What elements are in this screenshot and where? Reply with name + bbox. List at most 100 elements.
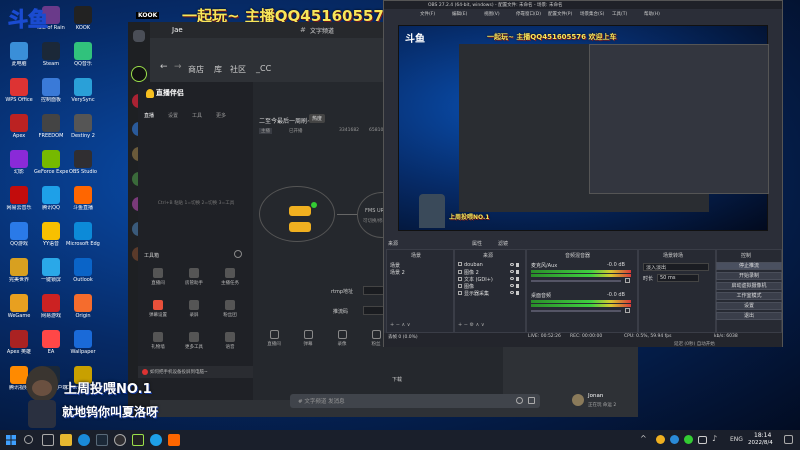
forward-arrow-icon[interactable]: → <box>174 62 182 72</box>
edge-icon[interactable] <box>78 434 90 446</box>
volume-icon[interactable]: ♪ <box>712 434 724 446</box>
obs-panel-label[interactable]: 来源 <box>388 240 398 247</box>
desktop-icon[interactable]: Destiny 2 <box>66 114 100 139</box>
duration-input[interactable]: 50 ms <box>657 274 699 282</box>
side-tool[interactable]: 更多工具 <box>174 332 214 350</box>
side-tool[interactable]: 主播任务 <box>210 268 250 286</box>
nav-community[interactable]: 社区 <box>230 64 246 75</box>
emoji-icon[interactable] <box>516 397 523 404</box>
obs-menu-item[interactable]: 编辑(E) <box>452 11 467 17</box>
side-tool[interactable]: 直播间 <box>138 268 178 286</box>
clock-time[interactable]: 18:14 <box>754 432 771 439</box>
toolbar-item[interactable]: 直播间 <box>259 330 289 347</box>
source-item[interactable]: 显示器采集 <box>458 290 522 297</box>
side-tool[interactable]: 录屏 <box>174 300 214 318</box>
back-arrow-icon[interactable]: ← <box>160 62 168 72</box>
task-view-icon[interactable] <box>42 434 54 446</box>
obs-taskbar-icon[interactable] <box>114 434 126 446</box>
streamer-tab[interactable]: 设置 <box>168 112 178 119</box>
obs-menu-item[interactable]: 文件(F) <box>420 11 435 17</box>
obs-panel-label[interactable]: 属性 <box>472 240 482 247</box>
download-area[interactable]: 下载 <box>378 372 418 392</box>
obs-menu-item[interactable]: 停靠窗口(D) <box>516 11 541 17</box>
desktop-icon[interactable]: Wallpaper <box>66 330 100 355</box>
scene-item[interactable]: 场景 <box>390 262 400 269</box>
desktop-icon[interactable]: 控制面板 <box>34 78 68 103</box>
side-tool[interactable]: 粉丝团 <box>210 300 250 318</box>
file-explorer-icon[interactable] <box>60 434 72 446</box>
desktop-icon[interactable]: 幻影 <box>2 150 36 175</box>
toolbar-item[interactable]: 录像 <box>327 330 357 347</box>
source-item[interactable]: 图像 <box>458 283 522 290</box>
scene-controls[interactable]: + − ∧ ∨ <box>390 322 410 328</box>
eye-icon[interactable] <box>510 284 514 287</box>
desktop-icon[interactable]: 此电脑 <box>2 42 36 67</box>
source-item[interactable]: douban <box>458 262 522 268</box>
eye-icon[interactable] <box>510 291 514 294</box>
desktop-icon[interactable]: 斗鱼直播 <box>66 186 100 211</box>
volume-slider[interactable] <box>531 280 621 282</box>
lock-icon[interactable] <box>516 263 519 267</box>
search-icon[interactable] <box>24 435 33 444</box>
nav-store[interactable]: 商店 <box>188 64 204 75</box>
desktop-icon[interactable]: Microsoft Edge <box>66 222 100 247</box>
kook-home-icon[interactable] <box>133 30 145 42</box>
source-controls[interactable]: + − ⚙ ∧ ∨ <box>458 322 485 328</box>
eye-icon[interactable] <box>510 263 514 266</box>
desktop-icon[interactable]: KOOK <box>66 6 100 31</box>
obs-menu-item[interactable]: 场景集合(S) <box>580 11 604 17</box>
desktop-icon[interactable]: WPS Office <box>2 78 36 103</box>
nav-user[interactable]: _CC <box>256 64 271 73</box>
desktop-icon[interactable]: Origin <box>66 294 100 319</box>
steam-taskbar-icon[interactable] <box>96 434 108 446</box>
network-icon[interactable] <box>698 436 707 444</box>
language-indicator[interactable]: ENG <box>730 436 743 443</box>
obs-control-button[interactable]: 工作室模式 <box>716 292 782 300</box>
notification-bar[interactable]: 如何把手机设备投屏到电脑~ <box>138 366 253 378</box>
obs-menu-item[interactable]: 工具(T) <box>612 11 627 17</box>
clock-date[interactable]: 2022/8/4 <box>748 440 773 446</box>
kook-taskbar-icon[interactable] <box>132 434 144 446</box>
obs-control-button[interactable]: 停止推流 <box>716 262 782 270</box>
desktop-icon[interactable]: 腾讯QQ <box>34 186 68 211</box>
side-tool[interactable]: 弹幕设置 <box>138 300 178 318</box>
attach-icon[interactable] <box>528 397 535 404</box>
chat-input[interactable]: # 文字频道 发消息 <box>290 394 540 408</box>
desktop-icon[interactable]: Steam <box>34 42 68 67</box>
qq-taskbar-icon[interactable] <box>150 434 162 446</box>
desktop-icon[interactable]: YY语音 <box>34 222 68 247</box>
desktop-icon[interactable]: 网易云音乐 <box>2 186 36 211</box>
desktop-icon[interactable]: FREEDOM <box>34 114 68 139</box>
obs-menu-item[interactable]: 视图(V) <box>484 11 500 17</box>
douyu-taskbar-icon[interactable] <box>168 434 180 446</box>
lock-icon[interactable] <box>516 284 519 288</box>
desktop-icon[interactable]: GeForce Experience <box>34 150 68 175</box>
start-windows-icon[interactable] <box>6 435 16 445</box>
desktop-icon[interactable]: WeGame <box>2 294 36 319</box>
obs-menu-item[interactable]: 帮助(H) <box>644 11 660 17</box>
desktop-icon[interactable]: EA <box>34 330 68 355</box>
desktop-icon[interactable]: Apex 英雄 <box>2 330 36 355</box>
streamer-tab[interactable]: 工具 <box>192 112 202 119</box>
tray-app-icon[interactable] <box>656 435 665 444</box>
obs-control-button[interactable]: 设置 <box>716 302 782 310</box>
eye-icon[interactable] <box>510 277 514 280</box>
desktop-icon[interactable]: 一键锁屏 <box>34 258 68 283</box>
side-tool[interactable]: 礼物墙 <box>138 332 178 350</box>
user-avatar[interactable] <box>572 394 584 406</box>
eye-icon[interactable] <box>510 270 514 273</box>
lock-icon[interactable] <box>516 270 519 274</box>
lock-icon[interactable] <box>516 291 519 295</box>
desktop-icon[interactable]: QQ游戏 <box>2 222 36 247</box>
tray-app-icon[interactable] <box>684 435 693 444</box>
obs-control-button[interactable]: 开始录制 <box>716 272 782 280</box>
tray-up-arrow-icon[interactable]: ^ <box>640 434 652 446</box>
desktop-icon[interactable]: OBS Studio <box>66 150 100 175</box>
obs-control-button[interactable]: 退出 <box>716 312 782 320</box>
desktop-icon[interactable]: Apex <box>2 114 36 139</box>
desktop-icon[interactable]: 网易游戏 <box>34 294 68 319</box>
lock-icon[interactable] <box>516 277 519 281</box>
streamer-tab[interactable]: 更多 <box>216 112 226 119</box>
side-tool[interactable]: 语音 <box>210 332 250 350</box>
volume-icon[interactable] <box>625 278 630 283</box>
